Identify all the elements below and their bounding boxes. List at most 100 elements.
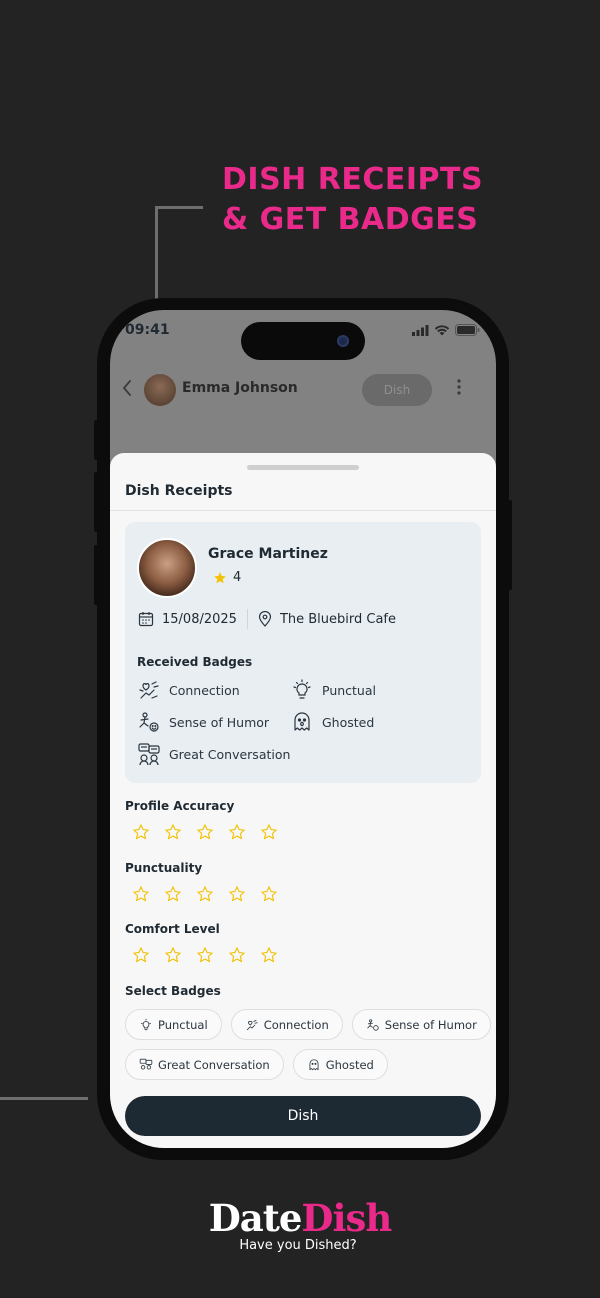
receipt-card: Grace Martinez 4 15/08/2025 The Bluebird… [125,522,481,783]
badge-chips-row: Great Conversation Ghosted [125,1049,388,1080]
phone-side-button [507,500,512,590]
tagline: Have you Dished? [239,1238,357,1253]
headline-line-2: & GET BADGES [222,202,479,237]
received-badge-label: Sense of Humor [169,714,270,730]
ghost-icon [294,712,310,731]
rating-stars-comfort-level[interactable] [132,946,278,964]
received-badge: Great Conversation [137,742,290,766]
conversation-icon [138,743,160,766]
avatar[interactable] [144,374,176,406]
divider [110,510,496,511]
star-outline-icon[interactable] [260,823,278,841]
calendar-icon [138,612,154,627]
star-outline-icon[interactable] [228,823,246,841]
back-button[interactable] [122,378,132,402]
connector-line-top [155,206,203,302]
lightbulb-icon [293,679,311,699]
star-outline-icon[interactable] [164,885,182,903]
badge-chip-label: Sense of Humor [384,1017,477,1032]
phone-side-button [94,472,99,532]
dynamic-island [241,322,365,360]
status-bar: 09:41 [110,310,496,360]
rating-label-comfort-level: Comfort Level [125,922,220,936]
star-outline-icon[interactable] [260,885,278,903]
more-button[interactable] [456,377,462,402]
received-badge-label: Punctual [322,682,376,698]
star-filled-icon [214,571,226,583]
battery-icon [455,324,480,336]
headline-line-1: DISH RECEIPTS [222,162,484,197]
received-badge: Sense of Humor [137,710,269,734]
rating-stars-punctuality[interactable] [132,885,278,903]
badge-chip-ghosted[interactable]: Ghosted [292,1049,388,1080]
dish-receipts-sheet: Dish Receipts Grace Martinez 4 15/08/202… [110,453,496,1148]
received-badge: Connection [137,678,240,702]
more-vertical-icon [457,379,461,395]
signal-icon [412,324,429,336]
dish-submit-button[interactable]: Dish [125,1096,481,1136]
badge-chip-label: Ghosted [325,1057,374,1072]
meta-divider [246,609,248,629]
badge-chip-sense-of-humor[interactable]: Sense of Humor [351,1009,491,1040]
received-badge: Punctual [290,678,376,702]
received-badge: Ghosted [290,710,374,734]
badge-chip-punctual[interactable]: Punctual [125,1009,222,1040]
phone-side-button [94,420,99,460]
star-outline-icon[interactable] [196,946,214,964]
humor-icon [139,712,159,732]
connector-line-bottom [0,1097,88,1100]
badge-chips-row: Punctual Connection Sense of Humor [125,1009,491,1040]
datedish-logo: DateDish [0,1196,600,1240]
star-outline-icon[interactable] [196,885,214,903]
profile-rating: 4 [213,570,241,585]
location-pin-icon [258,611,272,627]
humor-icon [367,1018,379,1031]
lightbulb-icon [140,1018,152,1030]
rating-label-profile-accuracy: Profile Accuracy [125,799,235,813]
star-outline-icon[interactable] [132,823,150,841]
date-text: 15/08/2025 [162,611,237,627]
select-badges-title: Select Badges [125,984,221,998]
star-outline-icon[interactable] [164,946,182,964]
badge-chip-label: Punctual [158,1017,208,1032]
chat-contact-name[interactable]: Emma Johnson [182,380,298,396]
promo-headline: DISH RECEIPTS & GET BADGES [222,160,522,240]
connection-icon [139,681,159,699]
star-outline-icon[interactable] [132,946,150,964]
meta-row: 15/08/2025 The Bluebird Cafe [138,609,396,629]
sheet-grabber[interactable] [247,465,359,470]
star-outline-icon[interactable] [196,823,214,841]
avatar [137,538,197,598]
badge-chip-label: Great Conversation [158,1057,270,1072]
received-badge-label: Connection [169,682,240,698]
header-dish-button[interactable]: Dish [362,374,432,406]
conversation-icon [139,1058,153,1069]
phone-side-button [94,545,99,605]
location-text: The Bluebird Cafe [279,611,396,627]
sheet-title: Dish Receipts [125,483,233,499]
camera-icon [337,335,349,347]
logo-part-date: Date [208,1196,303,1240]
profile-name: Grace Martinez [208,546,328,562]
received-badge-label: Great Conversation [169,746,291,762]
badge-chip-connection[interactable]: Connection [230,1009,343,1040]
star-outline-icon[interactable] [228,946,246,964]
logo-part-dish: Dish [301,1196,392,1240]
status-icons [412,324,480,336]
rating-stars-profile-accuracy[interactable] [132,823,278,841]
rating-value: 4 [233,570,242,585]
chat-header: Emma Johnson Dish [110,368,496,412]
badge-chip-great-conversation[interactable]: Great Conversation [125,1049,284,1080]
star-outline-icon[interactable] [228,885,246,903]
star-outline-icon[interactable] [260,946,278,964]
rating-label-punctuality: Punctuality [125,861,203,875]
phone-screen: 09:41 Emma Johnson Dish Dish Receipts Gr… [110,310,496,1148]
chevron-left-icon [122,380,131,396]
star-outline-icon[interactable] [164,823,182,841]
star-outline-icon[interactable] [132,885,150,903]
badge-chip-label: Connection [263,1017,329,1032]
status-time: 09:41 [125,322,170,338]
received-badge-label: Ghosted [322,714,375,730]
connection-icon [246,1019,258,1030]
ghost-icon [309,1058,319,1070]
